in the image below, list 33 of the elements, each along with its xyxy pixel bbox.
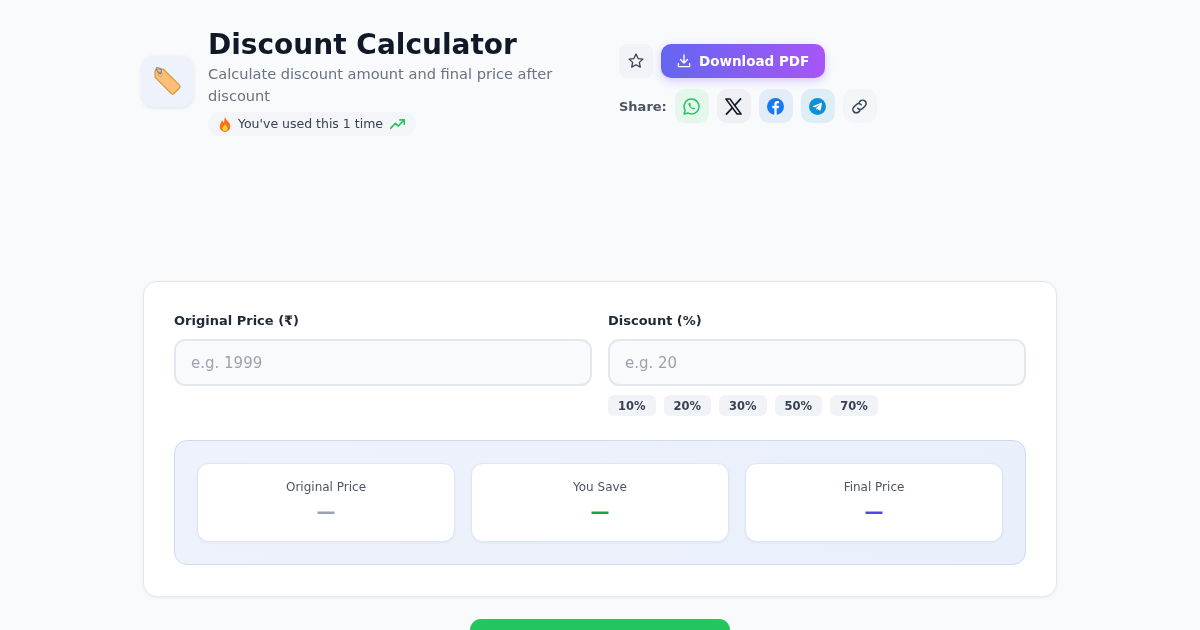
download-icon (677, 54, 691, 68)
field-label: Discount (%) (608, 313, 702, 329)
paper-plane-icon (809, 97, 827, 115)
preset-chip[interactable]: 30% (719, 395, 767, 416)
chat-bubble-phone-icon (683, 97, 701, 115)
download-pdf-button[interactable]: Download PDF (661, 44, 826, 78)
field-label: Original Price (₹) (174, 313, 300, 329)
star-icon (628, 53, 644, 69)
favorite-button[interactable] (619, 44, 653, 78)
f-circle-icon (767, 97, 785, 115)
result-value: — (590, 499, 610, 523)
share-button[interactable] (842, 89, 877, 123)
usage-count-text: You've used this 1 time (238, 116, 384, 132)
result-value: — (316, 499, 336, 523)
result-label: Original Price (285, 479, 366, 495)
share-button[interactable] (716, 89, 751, 123)
flame-icon (219, 116, 231, 132)
preset-chip[interactable]: 20% (663, 395, 712, 416)
price-tag-icon (153, 67, 182, 96)
trend-up-icon (390, 119, 406, 129)
preset-chip[interactable]: 70% (830, 395, 878, 416)
share-label: Share: (619, 98, 667, 114)
page-subtitle: Calculate discount amount and final price after discount (208, 64, 554, 106)
preset-chip[interactable]: 50% (774, 395, 823, 416)
link-icon (851, 97, 869, 115)
x-logo-icon (725, 97, 743, 115)
result-label: You Save (573, 479, 627, 495)
preset-chip[interactable]: 10% (608, 395, 656, 416)
input-field[interactable]: e.g. 1999 (174, 339, 592, 386)
input-field[interactable]: e.g. 20 (608, 339, 1026, 386)
page-title: Discount Calculator (208, 27, 517, 63)
result-value: — (864, 499, 884, 523)
result-label: Final Price (843, 479, 905, 495)
